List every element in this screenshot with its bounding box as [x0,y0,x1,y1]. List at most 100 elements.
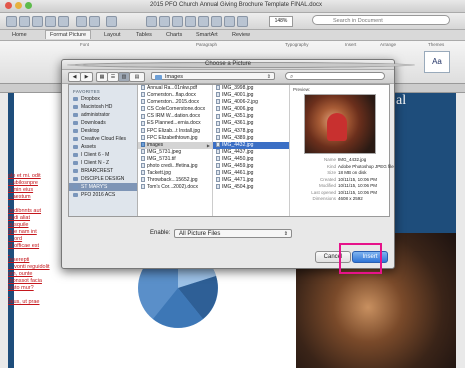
dialog-title-bar: Choose a Picture [62,60,415,70]
sidebar-item-administrator[interactable]: administrator [69,111,137,119]
sidebar-item-pfo-2016[interactable]: PFO 2016 ACS [69,191,137,199]
file-row[interactable]: FPC Elizabethtown.jpg [138,135,212,142]
file-row[interactable]: IMG_4450.jpg [213,156,289,163]
tab-review[interactable]: Review [228,31,254,39]
file-row[interactable]: IMG_4471.jpg [213,177,289,184]
file-name: photo credi...ffetina.jpg [147,163,198,170]
file-row[interactable]: Cornerston...flap.docx [138,92,212,99]
image-icon [216,113,220,119]
file-row-selected[interactable]: IMG_4432.jpg [213,141,289,149]
toolbox-icon[interactable] [237,16,248,27]
enable-file-type-select[interactable]: All Picture Files ⇕ [174,229,292,238]
dialog-search-input[interactable]: ⌕ [285,72,385,80]
shapes-icon[interactable] [172,16,183,27]
insert-picture-icon[interactable] [185,16,196,27]
insert-button-highlight [339,243,382,274]
file-row[interactable]: IMG_4504.jpg [213,184,289,191]
image-icon [216,141,220,147]
folder-icon [73,144,78,149]
finder-sidebar: FAVORITES Dropbox Macintosh HD administr… [69,85,138,216]
file-row[interactable]: IMG_4001.jpg [213,92,289,99]
file-name: images [147,141,164,148]
text-box-icon[interactable] [198,16,209,27]
file-row[interactable]: IMG_4361.jpg [213,120,289,127]
file-row[interactable]: FPC Elizab...t Install.jpg [138,128,212,135]
document-icon [141,85,145,91]
file-row[interactable]: photo credi...ffetina.jpg [138,163,212,170]
zoom-window-icon[interactable] [25,2,32,9]
tab-layout[interactable]: Layout [100,31,125,39]
new-document-icon[interactable] [6,16,17,27]
file-row[interactable]: Cornerston...2015.docx [138,99,212,106]
sidebar-item-dropbox[interactable]: Dropbox [69,95,137,103]
file-row[interactable]: Throwback...15652.jpg [138,177,212,184]
tab-charts[interactable]: Charts [162,31,186,39]
file-row[interactable]: ES Planned...ernia.docx [138,120,212,127]
sidebar-item-st-marys[interactable]: ST MARY'S [69,183,137,191]
file-row[interactable]: IMG_5731.tif [138,156,212,163]
file-row[interactable]: CS ColeCornerstone.docx [138,106,212,113]
file-row[interactable]: IMG_4378.jpg [213,128,289,135]
file-row[interactable]: Tackett.jpg [138,170,212,177]
body-line [8,292,70,299]
paragraph-marks-icon[interactable] [106,16,117,27]
search-document-input[interactable]: Search in Document [312,15,450,25]
sidebar-item-assets[interactable]: Assets [69,143,137,151]
insert-columns-icon[interactable] [159,16,170,27]
sidebar-item-downloads[interactable]: Downloads [69,119,137,127]
close-window-icon[interactable] [5,2,12,9]
sidebar-item-label: Downloads [81,120,106,126]
choose-picture-dialog: Choose a Picture ◀ ▶ ▦ ☰ ▥ ▤ Images ⇕ ⌕ … [61,59,415,269]
file-name: IMG_5731.jpeg [147,148,182,155]
redo-icon[interactable] [89,16,100,27]
tab-tables[interactable]: Tables [132,31,156,39]
sidebar-item-creative-cloud[interactable]: Creative Cloud Files [69,135,137,143]
arrange-menu-button[interactable]: ▤ [129,72,145,82]
folder-icon [73,184,78,189]
open-icon[interactable] [32,16,43,27]
ribbon-group-arrange: Arrange [380,42,397,47]
tab-home[interactable]: Home [8,31,31,39]
print-icon[interactable] [58,16,69,27]
zoom-field[interactable]: 148% [269,16,293,27]
disclosure-arrow-icon: ▶ [206,142,210,148]
file-row[interactable]: IMG_4006-2.jpg [213,99,289,106]
themes-style-swatch[interactable]: Aa [424,51,450,73]
image-icon [216,92,220,98]
undo-icon[interactable] [76,16,87,27]
save-icon[interactable] [45,16,56,27]
sidebar-toggle-icon[interactable] [211,16,222,27]
minimize-window-icon[interactable] [15,2,22,9]
sidebar-item-desktop[interactable]: Desktop [69,127,137,135]
file-row[interactable]: Annual Ra...01nkw.pdf [138,85,212,92]
file-row[interactable]: IMG_5731.jpeg [138,149,212,156]
sidebar-item-label: I Client 6 - M [81,152,110,158]
sidebar-item-briarcrest[interactable]: BRIARCREST [69,167,137,175]
file-row[interactable]: IMG_4437.jpg [213,149,289,156]
sidebar-item-client-n-z[interactable]: I Client N - Z [69,159,137,167]
file-row[interactable]: Tom's Cor...2002).docx [138,184,212,191]
image-icon [141,156,145,162]
file-row[interactable]: IMG_4461.jpg [213,170,289,177]
media-browser-icon[interactable] [224,16,235,27]
file-name: CS ColeCornerstone.docx [147,106,206,113]
file-row[interactable]: IMG_4006.jpg [213,106,289,113]
sidebar-item-macintosh-hd[interactable]: Macintosh HD [69,103,137,111]
file-name: IMG_3998.jpg [222,85,254,91]
forward-button[interactable]: ▶ [80,72,93,82]
sidebar-item-client-a-m[interactable]: I Client 6 - M [69,151,137,159]
sidebar-item-disciple-design[interactable]: DISCIPLE DESIGN [69,175,137,183]
location-popup[interactable]: Images ⇕ [151,72,275,80]
templates-icon[interactable] [19,16,30,27]
file-row[interactable]: IMG_4389.jpg [213,135,289,142]
file-row[interactable]: CS IRM W...dation.docx [138,113,212,120]
file-row[interactable]: IMG_4351.jpg [213,113,289,120]
tab-format-picture[interactable]: Format Picture [45,30,92,39]
insert-table-icon[interactable] [146,16,157,27]
body-line: monssot facia [8,278,42,284]
folder-row-images[interactable]: images ▶ [138,141,212,149]
file-row[interactable]: IMG_3998.jpg [213,85,289,92]
tab-smartart[interactable]: SmartArt [192,31,222,39]
file-name: FPC Elizab...t Install.jpg [147,127,201,134]
file-row[interactable]: IMG_4459.jpg [213,163,289,170]
